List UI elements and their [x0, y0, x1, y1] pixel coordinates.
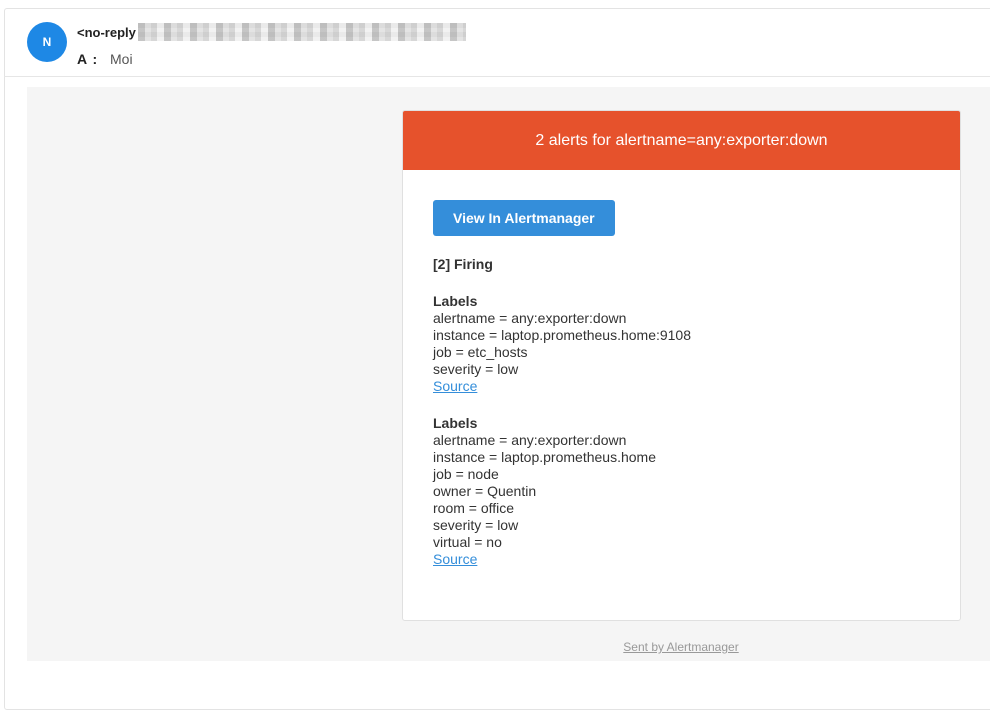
alert-card-body: View In Alertmanager [2] Firing Labels a… — [403, 170, 960, 568]
source-link[interactable]: Source — [433, 378, 477, 394]
sender-name: <no-reply — [77, 24, 136, 40]
label-line: alertname = any:exporter:down — [433, 310, 627, 326]
label-line: job = etc_hosts — [433, 344, 528, 360]
label-line: virtual = no — [433, 534, 502, 550]
label-line: severity = low — [433, 361, 519, 377]
label-line: job = node — [433, 466, 499, 482]
alert-title: 2 alerts for alertname=any:exporter:down — [535, 131, 828, 149]
label-line: severity = low — [433, 517, 519, 533]
header-divider — [4, 76, 990, 77]
label-line: alertname = any:exporter:down — [433, 432, 627, 448]
alert-card: 2 alerts for alertname=any:exporter:down… — [402, 110, 961, 621]
source-link[interactable]: Source — [433, 551, 477, 567]
label-line: instance = laptop.prometheus.home:9108 — [433, 327, 692, 343]
recipient-name[interactable]: Moi — [110, 51, 133, 67]
alert-card-header: 2 alerts for alertname=any:exporter:down — [403, 111, 960, 170]
label-group-1: Labels alertname = any:exporter:down ins… — [433, 293, 930, 395]
recipient-row: A : Moi — [77, 51, 133, 67]
sender-address[interactable]: <no-reply — [77, 23, 466, 41]
labels-heading: Labels — [433, 415, 478, 431]
label-group-2: Labels alertname = any:exporter:down ins… — [433, 415, 930, 568]
labels-heading: Labels — [433, 293, 478, 309]
avatar: N — [27, 22, 67, 62]
view-in-alertmanager-button[interactable]: View In Alertmanager — [433, 200, 615, 236]
sent-by-alertmanager-link[interactable]: Sent by Alertmanager — [27, 640, 990, 654]
firing-count: [2] Firing — [433, 256, 493, 272]
label-line: instance = laptop.prometheus.home — [433, 449, 656, 465]
label-line: owner = Quentin — [433, 483, 537, 499]
label-line: room = office — [433, 500, 515, 516]
to-label: A : — [77, 51, 99, 67]
redacted-block — [137, 23, 466, 41]
